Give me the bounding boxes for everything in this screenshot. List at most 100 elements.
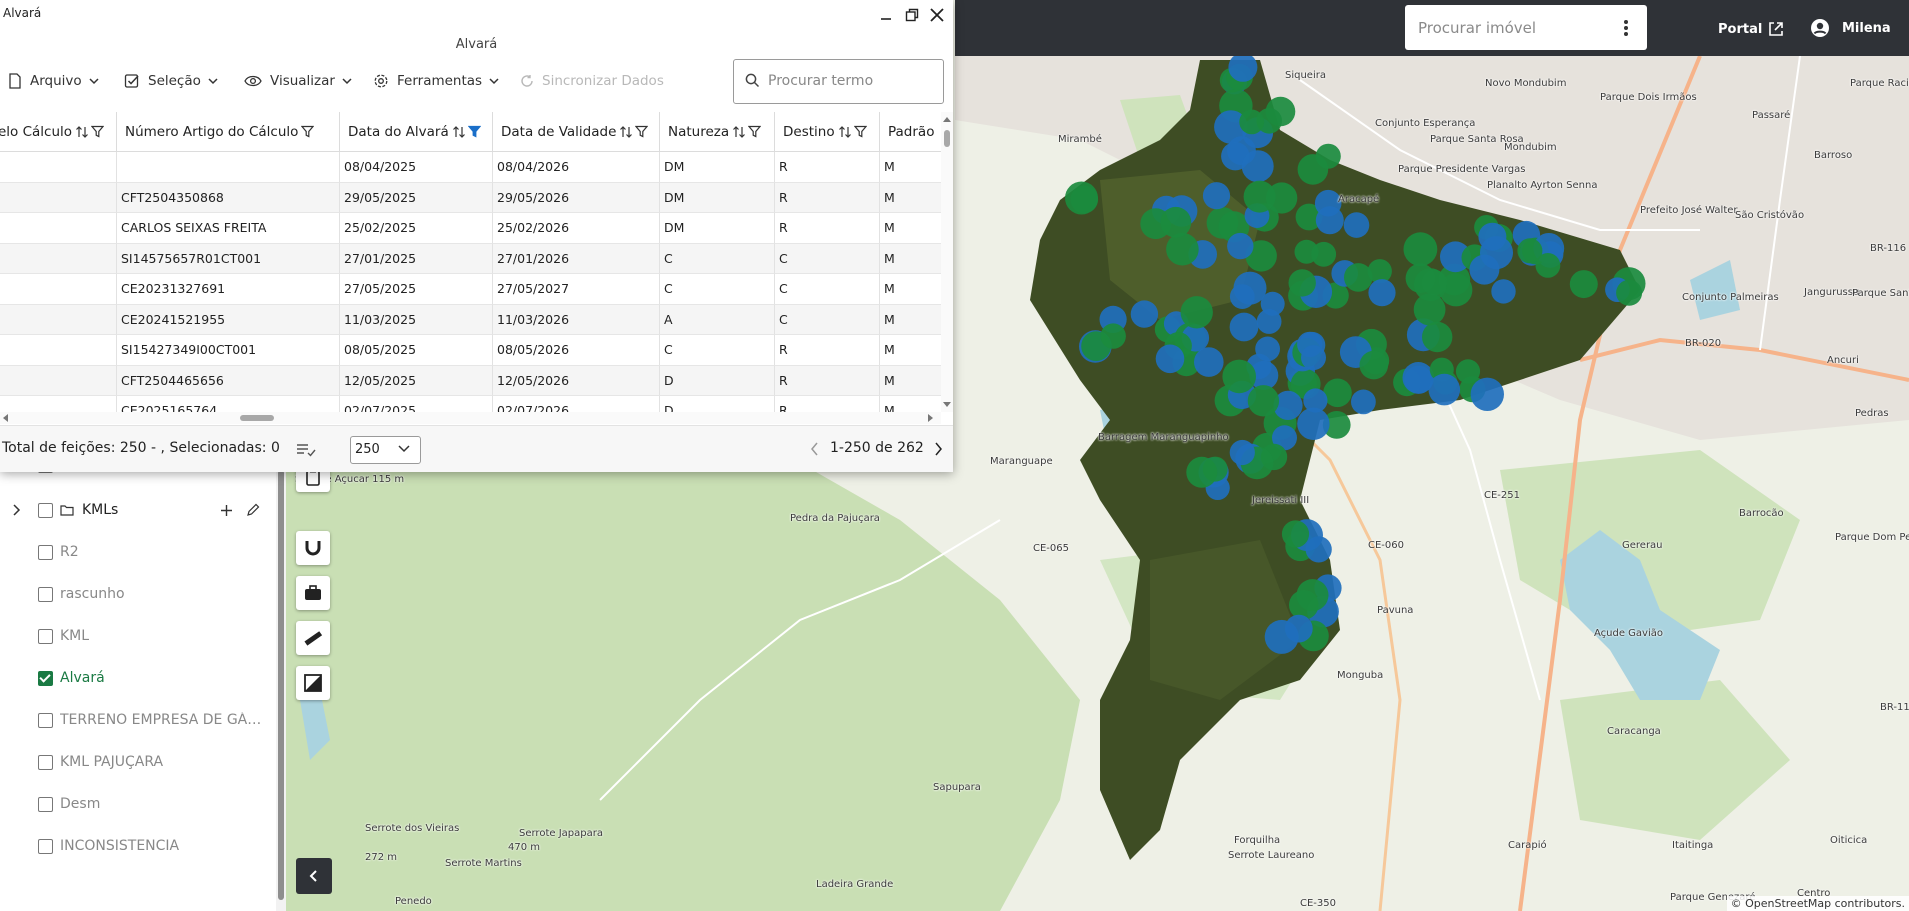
alvara-point[interactable] (1255, 336, 1280, 362)
alvara-point[interactable] (1256, 309, 1282, 334)
snap-tool-button[interactable] (296, 531, 330, 565)
alvara-point[interactable] (1284, 614, 1313, 643)
measure-tool-button[interactable] (296, 621, 330, 655)
menu-ferramentas[interactable]: Ferramentas (373, 70, 499, 92)
sync-data-button[interactable]: Sincronizar Dados (520, 70, 664, 92)
alvara-point[interactable] (1294, 239, 1319, 264)
alvara-point[interactable] (1428, 373, 1461, 406)
alvara-point[interactable] (1323, 378, 1352, 408)
layer-checkbox[interactable] (38, 544, 53, 560)
layer-item[interactable]: KML (0, 621, 270, 651)
collapse-panel-button[interactable] (296, 858, 332, 894)
filter-icon[interactable] (301, 125, 315, 138)
maximize-button[interactable] (902, 5, 922, 25)
alvara-point[interactable] (1228, 52, 1258, 82)
alvara-point[interactable] (1368, 279, 1396, 307)
table-row[interactable]: SI15427349I00CT001 08/05/2025 08/05/2026 C R… (0, 335, 941, 366)
alvara-point[interactable] (1344, 263, 1373, 292)
alvara-point[interactable] (1202, 182, 1231, 210)
sort-icon[interactable] (452, 125, 466, 139)
table-row[interactable]: CFT2504350868 29/05/2025 29/05/2026 DM R M (0, 182, 941, 213)
alvara-point[interactable] (1478, 222, 1507, 251)
scrollbar-thumb[interactable] (240, 415, 274, 421)
user-menu[interactable]: Milena (1810, 18, 1891, 38)
alvara-point[interactable] (1297, 407, 1330, 440)
alvara-point[interactable] (1243, 180, 1276, 213)
table-row[interactable]: CE20231327691 27/05/2025 27/05/2027 C C M (0, 274, 941, 305)
alvara-point[interactable] (1422, 321, 1453, 353)
alvara-point[interactable] (1194, 347, 1224, 377)
menu-arquivo[interactable]: Arquivo (8, 70, 99, 92)
table-row[interactable]: CE20241521955 11/03/2025 11/03/2026 A C M (0, 304, 941, 335)
layer-checkbox[interactable] (38, 628, 53, 644)
filter-icon[interactable] (467, 125, 481, 138)
table-vertical-scrollbar[interactable] (941, 112, 953, 412)
alvara-point[interactable] (1227, 232, 1254, 260)
layer-item[interactable]: INCONSISTENCIA (0, 831, 270, 861)
sort-icon[interactable] (619, 125, 633, 139)
sort-icon[interactable] (732, 125, 746, 139)
menu-visualizar[interactable]: Visualizar (244, 70, 352, 92)
column-header[interactable]: Destino (775, 112, 880, 152)
layer-item[interactable]: Desm (0, 789, 270, 819)
alvara-point[interactable] (1297, 154, 1329, 185)
layer-checkbox[interactable] (38, 754, 53, 770)
selection-list-icon[interactable] (296, 443, 316, 457)
page-size-select[interactable]: 250 (350, 436, 421, 464)
filter-icon[interactable] (853, 125, 867, 138)
layer-item[interactable]: KML PAJUÇARA (0, 747, 270, 777)
alvara-point[interactable] (1470, 377, 1505, 411)
alvara-point[interactable] (1229, 312, 1259, 342)
alvara-point[interactable] (1343, 212, 1370, 238)
filter-icon[interactable] (748, 125, 762, 138)
column-header[interactable]: Natureza (660, 112, 775, 152)
layer-item[interactable]: KMLs (0, 495, 270, 525)
alvara-point[interactable] (1616, 279, 1643, 306)
layer-checkbox[interactable] (38, 670, 53, 686)
layer-item[interactable]: rascunho (0, 579, 270, 609)
layer-checkbox[interactable] (38, 838, 53, 854)
table-row[interactable]: CE2025165764 02/07/2025 02/07/2026 D R M (0, 396, 941, 412)
alvara-point[interactable] (1414, 268, 1447, 301)
alvara-point[interactable] (1247, 385, 1280, 417)
minimize-button[interactable] (876, 5, 896, 25)
alvara-point[interactable] (1100, 323, 1126, 349)
alvara-point[interactable] (1296, 579, 1329, 612)
scroll-down-icon[interactable] (941, 400, 953, 410)
table-row[interactable]: 08/04/2025 08/04/2026 DM R M (0, 152, 941, 183)
alvara-point[interactable] (1359, 350, 1389, 380)
map-attribution[interactable]: © OpenStreetMap contributors. (1726, 896, 1909, 911)
basemap-tool-button[interactable] (296, 666, 330, 700)
portal-link[interactable]: Portal (1718, 21, 1784, 37)
filter-icon[interactable] (91, 125, 105, 138)
column-header[interactable]: Data de Validade (493, 112, 660, 152)
alvara-point[interactable] (1241, 150, 1274, 183)
table-row[interactable]: CARLOS SEIXAS FREITA 25/02/2025 25/02/2026… (0, 213, 941, 244)
alvara-point[interactable] (1239, 109, 1265, 135)
alvara-point[interactable] (1288, 269, 1316, 297)
sort-icon[interactable] (838, 125, 852, 139)
layers-scrollbar[interactable] (276, 460, 286, 911)
alvara-point[interactable] (1455, 359, 1481, 384)
alvara-point[interactable] (1403, 232, 1438, 267)
alvara-point[interactable] (1569, 270, 1598, 299)
layer-checkbox[interactable] (38, 712, 53, 728)
alvara-point[interactable] (1281, 520, 1310, 548)
close-button[interactable] (927, 5, 947, 25)
layer-checkbox[interactable] (38, 796, 53, 812)
more-options-icon[interactable] (1623, 19, 1629, 37)
next-page-icon[interactable] (933, 442, 943, 456)
alvara-point[interactable] (1166, 232, 1199, 266)
prev-page-icon[interactable] (810, 442, 820, 456)
layer-checkbox[interactable] (38, 586, 53, 602)
column-header[interactable]: elo Cálculo (0, 112, 117, 152)
property-search-input[interactable] (1405, 5, 1618, 50)
alvara-point[interactable] (1186, 456, 1218, 488)
table-horizontal-scrollbar[interactable] (0, 412, 941, 424)
chevron-right-icon[interactable] (12, 504, 21, 516)
alvara-point[interactable] (1180, 296, 1213, 329)
alvara-point[interactable] (1065, 181, 1098, 215)
term-search-input[interactable] (768, 60, 933, 101)
alvara-point[interactable] (1229, 439, 1255, 466)
alvara-point[interactable] (1303, 388, 1328, 413)
